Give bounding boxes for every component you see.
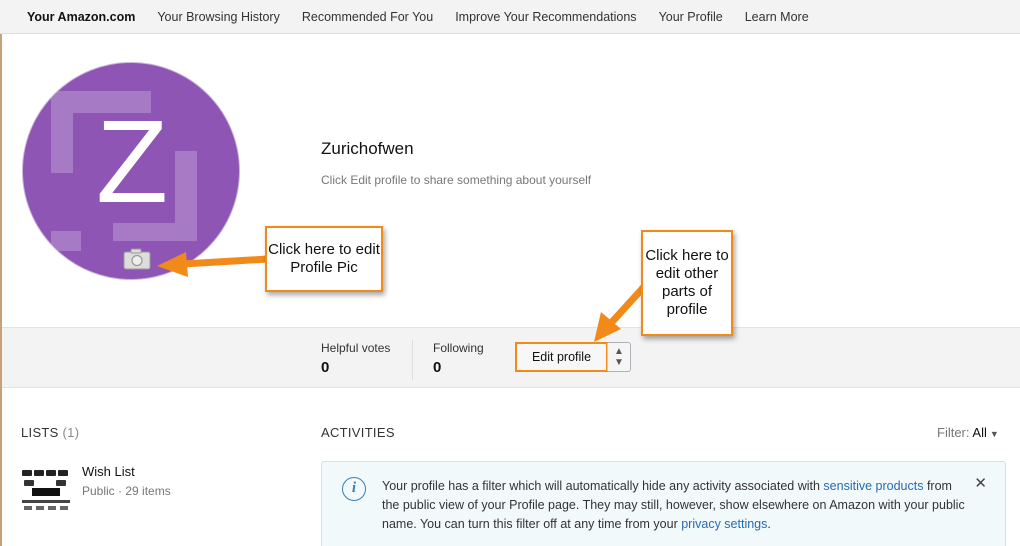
- lists-count: (1): [62, 425, 80, 440]
- activity-filter[interactable]: Filter: All ▼: [937, 425, 999, 440]
- dropdown-caret-icon[interactable]: ▲ ▼: [607, 343, 630, 371]
- info-icon: i: [342, 477, 366, 501]
- wish-list-thumbnail[interactable]: [20, 468, 72, 512]
- profile-name: Zurichofwen: [321, 139, 414, 158]
- nav-learn-more[interactable]: Learn More: [734, 10, 820, 24]
- top-nav: Your Amazon.com Your Browsing History Re…: [0, 0, 1020, 34]
- nav-your-amazon[interactable]: Your Amazon.com: [16, 10, 146, 24]
- arrow-to-camera: [179, 255, 272, 268]
- lists-heading: LISTS (1): [21, 425, 80, 440]
- sensitive-products-link[interactable]: sensitive products: [823, 479, 923, 493]
- nav-improve-recommendations[interactable]: Improve Your Recommendations: [444, 10, 647, 24]
- sensitive-filter-notice: i Your profile has a filter which will a…: [321, 461, 1006, 546]
- callout-profile-pic: Click here to edit Profile Pic: [265, 226, 383, 292]
- left-border: [0, 34, 2, 546]
- following-label: Following: [433, 341, 484, 355]
- filter-value[interactable]: All: [972, 425, 986, 440]
- edit-profile-label[interactable]: Edit profile: [515, 342, 608, 372]
- notice-text: Your profile has a filter which will aut…: [382, 479, 965, 531]
- wish-list-name[interactable]: Wish List: [82, 464, 135, 479]
- following-value[interactable]: 0: [433, 359, 441, 376]
- edit-profile-button[interactable]: Edit profile ▲ ▼: [515, 342, 631, 372]
- close-icon[interactable]: ✕: [974, 474, 987, 492]
- nav-recommended[interactable]: Recommended For You: [291, 10, 444, 24]
- callout-edit-profile: Click here to edit other parts of profil…: [641, 230, 733, 336]
- helpful-votes-value: 0: [321, 359, 330, 376]
- avatar-letter: Z: [95, 96, 169, 228]
- stats-divider: [412, 340, 413, 380]
- filter-label: Filter:: [937, 425, 970, 440]
- camera-icon[interactable]: [123, 248, 151, 270]
- wish-list-meta: Public · 29 items: [82, 484, 171, 498]
- nav-your-profile[interactable]: Your Profile: [648, 10, 734, 24]
- filter-caret-icon[interactable]: ▼: [990, 429, 999, 439]
- avatar-deco: [51, 231, 81, 251]
- stats-bar: [2, 327, 1020, 388]
- privacy-settings-link[interactable]: privacy settings: [681, 517, 767, 531]
- activities-heading: ACTIVITIES: [321, 425, 395, 440]
- helpful-votes-label: Helpful votes: [321, 341, 391, 355]
- nav-browsing-history[interactable]: Your Browsing History: [146, 10, 291, 24]
- bio-hint: Click Edit profile to share something ab…: [321, 173, 592, 187]
